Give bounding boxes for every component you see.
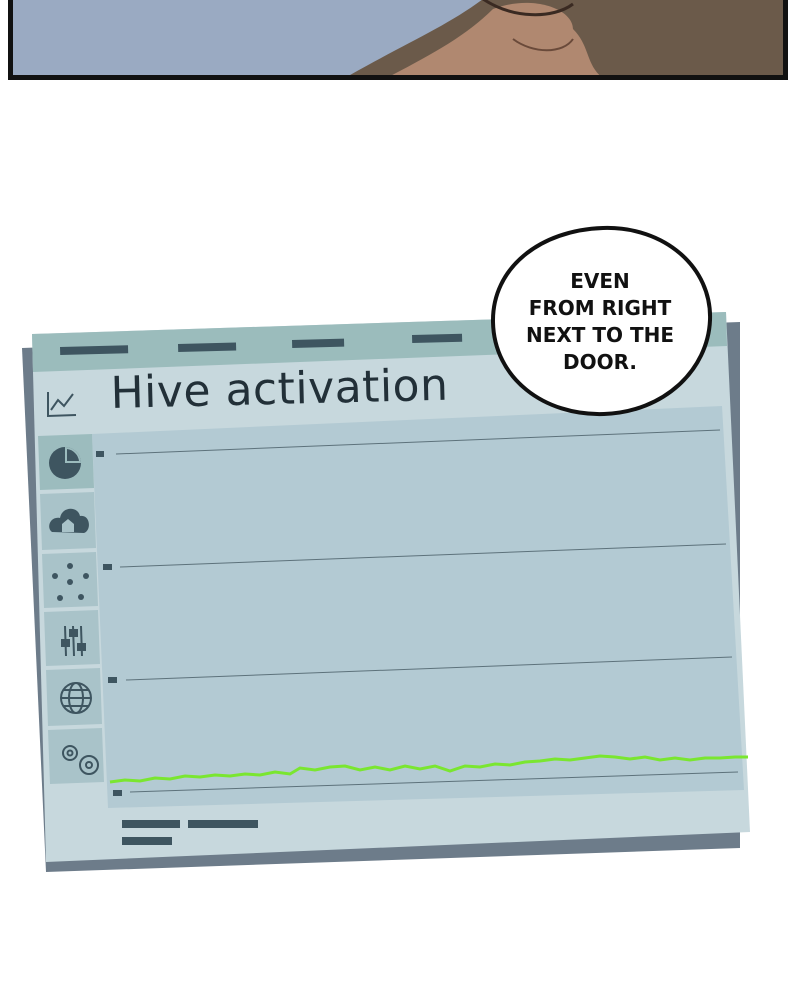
speech-line: EVEN <box>570 269 630 293</box>
hand-illustration <box>13 0 783 75</box>
speech-line: NEXT TO THE <box>525 323 675 347</box>
tablet-shadow <box>22 322 740 872</box>
screen-body <box>32 312 750 862</box>
globe-icon[interactable] <box>60 682 92 714</box>
header-glyphs <box>60 333 463 355</box>
dots-icon[interactable] <box>52 563 89 601</box>
screen-graphics <box>22 225 750 872</box>
header-band <box>32 312 727 372</box>
sidebar <box>38 434 104 784</box>
gears-icon[interactable] <box>62 745 99 775</box>
speech-line: DOOR. <box>563 350 637 374</box>
sliders-icon[interactable] <box>61 625 86 657</box>
page-title: Hive activation <box>110 359 449 419</box>
speech-bubble-text: EVEN FROM RIGHT NEXT TO THE DOOR. <box>510 268 690 376</box>
speech-line: FROM RIGHT <box>528 296 672 320</box>
pie-chart-icon[interactable] <box>49 447 81 479</box>
cloud-home-icon[interactable] <box>49 508 89 533</box>
y-tick-glyphs <box>96 451 122 796</box>
tablet-screen: Hive activation EVEN FROM RIGHT NEXT TO … <box>0 0 800 1000</box>
chart-area <box>92 406 744 808</box>
speech-bubble <box>490 225 713 417</box>
top-comic-panel <box>8 0 788 80</box>
activation-line <box>109 754 748 784</box>
gridlines <box>115 429 739 793</box>
footer-glyphs <box>122 820 258 845</box>
chart-line-icon[interactable] <box>47 392 77 418</box>
